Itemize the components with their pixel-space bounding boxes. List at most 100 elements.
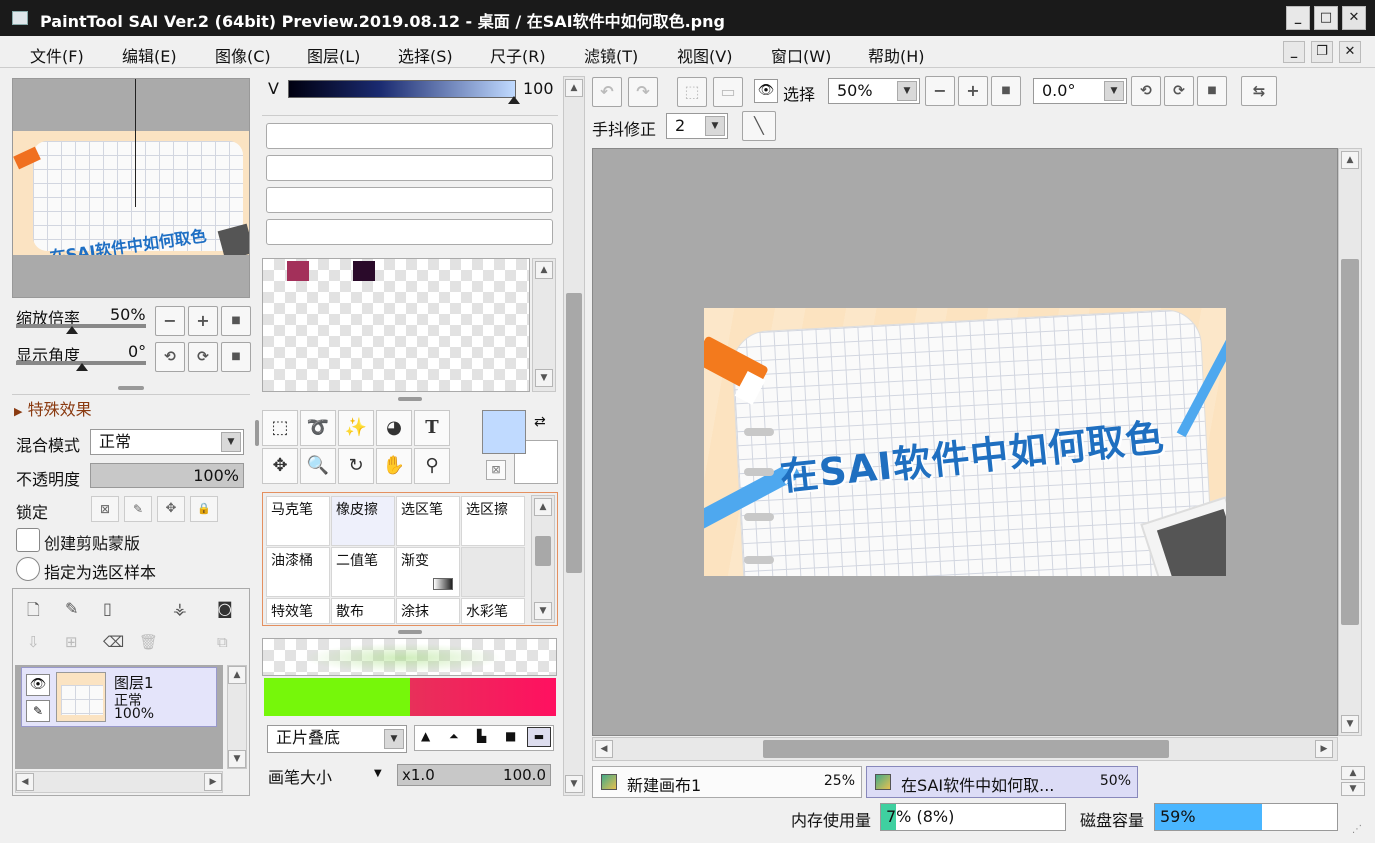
color-slider-1[interactable] [266,123,553,149]
angle-slider-handle[interactable] [76,363,88,371]
scroll-up-icon[interactable]: ▲ [565,79,583,97]
stabilizer-select[interactable]: 2 ▼ [666,113,728,139]
zoom-slider[interactable] [16,324,146,328]
canvas-hscrollbar[interactable]: ◀ ▶ [592,737,1338,761]
opacity-slider[interactable]: 100% [90,463,244,488]
brush-binary[interactable]: 二值笔 [331,547,395,597]
menu-image[interactable]: 图像(C) [215,43,271,67]
zoom-icon[interactable]: 🔍 [300,448,336,484]
swatch-1[interactable] [287,261,309,281]
pencil-icon[interactable]: ✎ [26,700,50,722]
scroll-right-icon[interactable]: ▶ [204,773,222,791]
brush-marker[interactable]: 马克笔 [266,496,330,546]
color-slider-3[interactable] [266,187,553,213]
menu-window[interactable]: 窗口(W) [771,43,831,67]
doc-tab-2[interactable]: 在SAI软件中如何取... 50% [866,766,1138,798]
middle-panel-scrollbar[interactable]: ▲ ▼ [563,76,585,796]
toolbar-angle-reset-button[interactable]: ■ [1197,76,1227,106]
scroll-down-icon[interactable]: ▼ [535,369,553,387]
swap-colors-icon[interactable]: ⇄ [534,414,546,430]
layer-effect-icon[interactable]: ⚶ [173,599,187,618]
scroll-down-icon[interactable]: ▼ [534,602,552,620]
zoom-out-button[interactable]: − [155,306,185,336]
flip-horizontal-icon[interactable]: ⇆ [1241,76,1277,106]
toolbar-zoom-reset-button[interactable]: ■ [991,76,1021,106]
swatch-2[interactable] [353,261,375,281]
new-vector-layer-icon[interactable]: ✎ [65,599,78,618]
panel-splitter[interactable] [118,386,144,390]
hand-icon[interactable]: ✋ [376,448,412,484]
brush-special[interactable]: 特效笔 [266,598,330,624]
maximize-button[interactable]: □ [1314,6,1338,30]
menu-layer[interactable]: 图层(L) [307,43,360,67]
brush-select-eraser[interactable]: 选区擦 [461,496,525,546]
brush-eraser[interactable]: 橡皮擦 [331,496,395,546]
color-slider-4[interactable] [266,219,553,245]
redo-icon[interactable]: ↷ [628,77,658,107]
rotate-cw-button[interactable]: ⟳ [188,342,218,372]
menu-view[interactable]: 视图(V) [677,43,732,67]
move-icon[interactable]: ✥ [262,448,298,484]
menu-help[interactable]: 帮助(H) [868,43,925,67]
scroll-up-icon[interactable]: ▲ [535,261,553,279]
sample-checkbox[interactable] [16,557,40,581]
scroll-thumb[interactable] [535,536,551,566]
toolbar-zoom-select[interactable]: 50% ▼ [828,78,920,104]
merge-layer-icon[interactable]: ⊞ [65,633,78,651]
toolbar-zoom-in-button[interactable]: + [958,76,988,106]
scroll-up-icon[interactable]: ▲ [228,666,246,684]
invert-select-icon[interactable]: ▭ [713,77,743,107]
scroll-left-icon[interactable]: ◀ [16,773,34,791]
menu-ruler[interactable]: 尺子(R) [490,43,546,67]
shape-icon[interactable]: ◕ [376,410,412,446]
brush-empty-slot[interactable] [461,547,525,597]
doc-minimize-icon[interactable]: _ [1283,41,1305,63]
tabs-scroll-up-icon[interactable]: ▲ [1341,766,1365,780]
navigator-preview[interactable]: 在SAI软件中如何取色 [12,78,250,298]
scroll-thumb[interactable] [763,740,1169,758]
zoom-in-button[interactable]: + [188,306,218,336]
doc-close-icon[interactable]: ✕ [1339,41,1361,63]
left-splitter[interactable] [255,420,259,446]
lock-paint-icon[interactable]: ✎ [124,496,152,522]
transparent-color-icon[interactable]: ⊠ [486,460,506,480]
swatch-scrollbar[interactable]: ▲ ▼ [532,258,556,392]
brush-scatter[interactable]: 散布 [331,598,395,624]
toolbar-rotate-cw-button[interactable]: ⟳ [1164,76,1194,106]
scroll-down-icon[interactable]: ▼ [565,775,583,793]
deselect-icon[interactable]: ⬚ [677,77,707,107]
blend-mode-select[interactable]: 正常 ▼ [90,429,244,455]
brush-blur[interactable]: 涂抹 [396,598,460,624]
brush-watercolor[interactable]: 水彩笔 [461,598,525,624]
eye-icon[interactable]: 👁 [26,674,50,696]
canvas-vscrollbar[interactable]: ▲ ▼ [1338,148,1362,736]
foreground-color-swatch[interactable] [482,410,526,454]
rotate-ccw-button[interactable]: ⟲ [155,342,185,372]
scroll-thumb[interactable] [566,293,582,573]
brush-blend-select[interactable]: 正片叠底 ▼ [267,725,407,753]
duplicate-icon[interactable]: ⧉ [217,633,228,651]
zoom-slider-handle[interactable] [66,326,78,334]
panel-splitter[interactable] [398,397,422,401]
menu-filter[interactable]: 滤镜(T) [584,43,638,67]
close-button[interactable]: ✕ [1342,6,1366,30]
brush-shape-selector[interactable]: ▲ ⏶ ▙ ■ ▬ [414,725,554,751]
rotate-icon[interactable]: ↻ [338,448,374,484]
layer-row[interactable]: 👁 ✎ 图层1 正常 100% [21,667,217,727]
brush-select-pen[interactable]: 选区笔 [396,496,460,546]
layer-list-scrollbar[interactable]: ▲ ▼ [227,665,247,769]
scroll-up-icon[interactable]: ▲ [534,498,552,516]
selection-visible-icon[interactable]: 👁 [754,79,778,103]
merge-down-icon[interactable]: ⇩ [27,633,40,651]
panel-splitter[interactable] [398,630,422,634]
doc-restore-icon[interactable]: ❐ [1311,41,1333,63]
brush-size-slider[interactable]: x1.0 100.0 [397,764,551,786]
undo-icon[interactable]: ↶ [592,77,622,107]
straight-line-icon[interactable]: ╲ [742,111,776,141]
doc-tab-1[interactable]: 新建画布1 25% [592,766,862,798]
new-layer-icon[interactable]: 🗋 [27,599,40,626]
brush-gradient[interactable]: 渐变 [396,547,460,597]
toolbar-rotate-ccw-button[interactable]: ⟲ [1131,76,1161,106]
menu-file[interactable]: 文件(F) [30,43,84,67]
resize-grip-icon[interactable]: ⋰ [1352,824,1362,835]
